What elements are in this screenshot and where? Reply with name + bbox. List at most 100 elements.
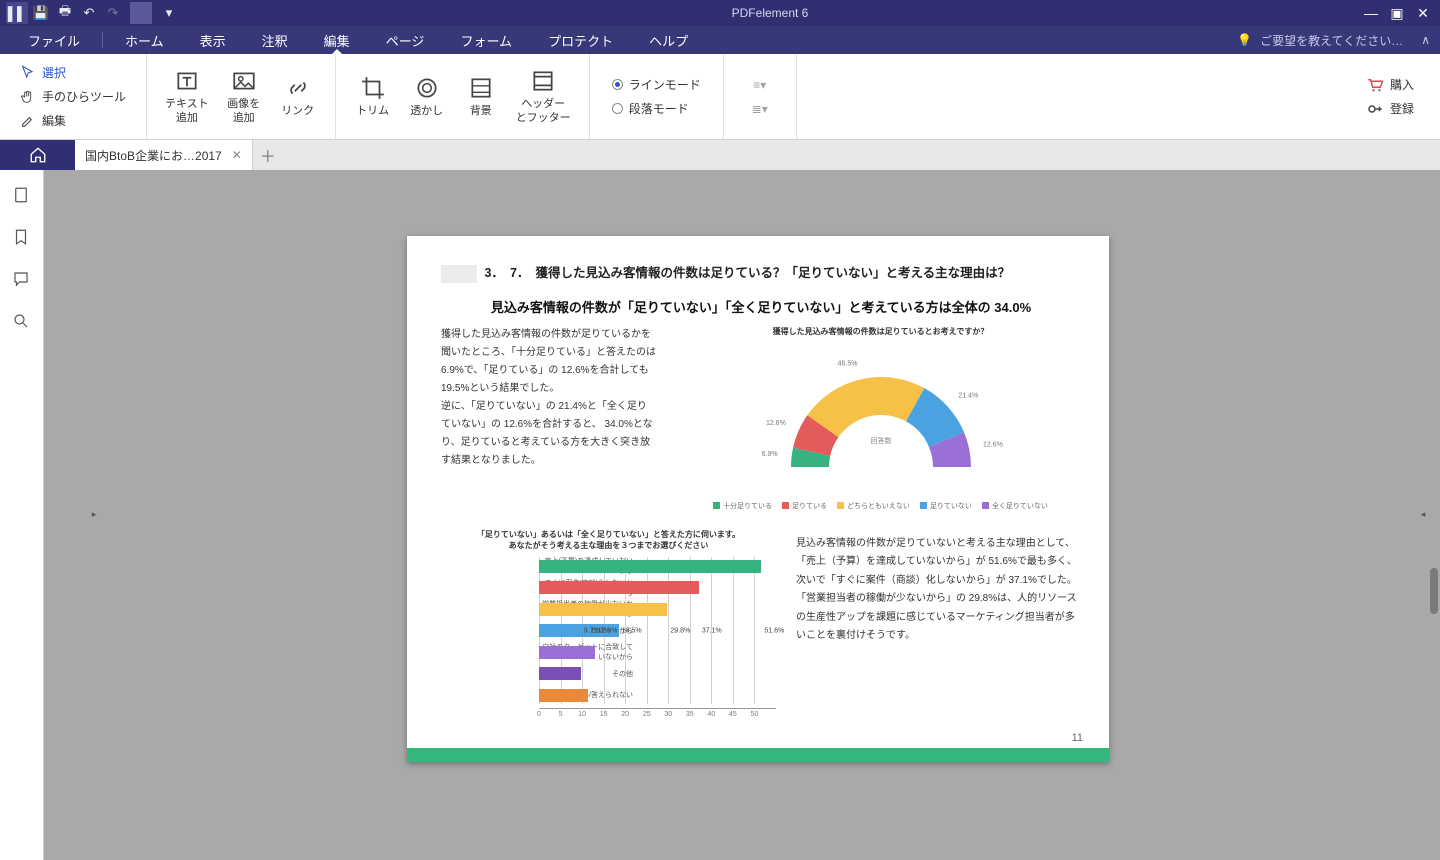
menubar: ファイルホーム表示注釈編集ページフォームプロテクトヘルプ 💡 ご要望を教えてくだ… xyxy=(0,26,1440,54)
legend-item: 足りていない xyxy=(920,501,972,511)
document-tab[interactable]: 国内BtoB企業にお…2017 ✕ xyxy=(75,140,253,170)
expand-left-icon[interactable]: ▸ xyxy=(89,504,99,524)
ribbon-spacer xyxy=(797,54,1340,139)
quick-access: ▌▌ 💾 🖶 ↶ ↷ ▾ xyxy=(0,2,180,24)
paragraph-mode-label: 段落モード xyxy=(629,100,689,117)
paragraph-mode-radio[interactable]: 段落モード xyxy=(606,97,707,121)
menu-注釈[interactable]: 注釈 xyxy=(244,26,306,54)
key-icon xyxy=(1366,100,1384,118)
print-icon[interactable]: 🖶 xyxy=(54,2,76,24)
new-tab-button[interactable]: ＋ xyxy=(253,140,283,170)
close-tab-icon[interactable]: ✕ xyxy=(232,148,242,162)
q-number-2: 7． xyxy=(510,262,532,281)
donut-value-label: 12.6% xyxy=(765,420,785,427)
menu-フォーム[interactable]: フォーム xyxy=(442,26,530,54)
tool-label: 編集 xyxy=(42,112,66,129)
ribbon-group-page: トリム 透かし 背景 ヘッダーとフッター xyxy=(336,54,590,139)
cart-icon xyxy=(1366,76,1384,94)
page-number: 11 xyxy=(1072,732,1083,744)
collapse-ribbon-icon[interactable]: ∧ xyxy=(1421,33,1430,47)
buy-button[interactable]: 購入 xyxy=(1360,73,1420,97)
bar-row: 売上(予算)を達成していないから51.6% xyxy=(539,557,776,575)
bookmark-icon[interactable] xyxy=(12,228,32,248)
tool-label: トリム xyxy=(356,105,389,118)
register-button[interactable]: 登録 xyxy=(1360,97,1420,121)
tool-label: 透かし xyxy=(410,105,443,118)
legend-swatch xyxy=(920,502,927,509)
crop-button[interactable]: トリム xyxy=(346,75,400,118)
document-viewer[interactable]: ▸ ◂ 3． 7． 獲得した見込み客情報の件数は足りている？「足りていない」と考… xyxy=(44,170,1440,860)
separator xyxy=(130,2,152,24)
bar-fill xyxy=(539,560,761,573)
radio-icon xyxy=(612,79,623,90)
save-icon[interactable]: 💾 xyxy=(30,2,52,24)
highlight-block xyxy=(441,265,477,283)
more-icon[interactable]: ▾ xyxy=(158,2,180,24)
align-bottom-icon[interactable]: ≣▾ xyxy=(746,95,774,123)
titlebar: ▌▌ 💾 🖶 ↶ ↷ ▾ PDFelement 6 ― ▣ ✕ xyxy=(0,0,1440,26)
hf-icon xyxy=(530,68,556,94)
menu-ページ[interactable]: ページ xyxy=(368,26,443,54)
bar-title: 「足りていない」あるいは「全く足りていない」と答えた方に伺います。あなたがそう考… xyxy=(441,529,776,551)
tip-text[interactable]: ご要望を教えてください… xyxy=(1260,32,1403,49)
legend-item: 十分足りている xyxy=(713,501,772,511)
legend-swatch xyxy=(837,502,844,509)
tool-label: リンク xyxy=(281,105,314,118)
ribbon-group-insert: テキスト追加画像を追加リンク xyxy=(147,54,336,139)
q-number-1: 3． xyxy=(484,262,506,281)
cursor-tool[interactable]: 選択 xyxy=(14,61,132,85)
minimize-icon[interactable]: ― xyxy=(1360,2,1382,24)
menu-表示[interactable]: 表示 xyxy=(182,26,244,54)
legend-item: 足りている xyxy=(782,501,827,511)
home-tab-button[interactable] xyxy=(0,140,75,170)
bar-chart-block: 「足りていない」あるいは「全く足りていない」と答えた方に伺います。あなたがそう考… xyxy=(441,529,776,724)
register-label: 登録 xyxy=(1390,100,1414,117)
menu-ヘルプ[interactable]: ヘルプ xyxy=(631,26,706,54)
image-button[interactable]: 画像を追加 xyxy=(217,68,271,124)
line-mode-radio[interactable]: ラインモード xyxy=(606,73,707,97)
body-right-text: 見込み客情報の件数が足りていないと考える主な理由として、「売上（予算）を達成して… xyxy=(796,529,1081,724)
bar-row: すぐに案件(商談)化しないから37.1% xyxy=(539,579,776,597)
edit-icon xyxy=(20,113,36,129)
link-icon xyxy=(285,75,311,101)
link-button[interactable]: リンク xyxy=(271,75,325,118)
expand-right-icon[interactable]: ◂ xyxy=(1418,504,1428,524)
undo-icon[interactable]: ↶ xyxy=(78,2,100,24)
hand-tool[interactable]: 手のひらツール xyxy=(14,85,132,109)
hf-button[interactable]: ヘッダーとフッター xyxy=(508,68,579,124)
pdf-page: 3． 7． 獲得した見込み客情報の件数は足りている？「足りていない」と考える主な… xyxy=(407,236,1109,762)
search-icon[interactable] xyxy=(12,312,32,332)
close-icon[interactable]: ✕ xyxy=(1412,2,1434,24)
ribbon-group-mode: ラインモード 段落モード xyxy=(590,54,724,139)
ribbon-group-align: ≡▾ ≣▾ xyxy=(724,54,797,139)
maximize-icon[interactable]: ▣ xyxy=(1386,2,1408,24)
line-mode-label: ラインモード xyxy=(629,76,701,93)
cursor-icon xyxy=(20,65,36,81)
watermark-button[interactable]: 透かし xyxy=(400,75,454,118)
menu-プロテクト[interactable]: プロテクト xyxy=(530,26,631,54)
donut-value-label: 21.4% xyxy=(958,392,978,399)
comment-icon[interactable] xyxy=(12,270,32,290)
menubar-right: 💡 ご要望を教えてください… ∧ xyxy=(1237,32,1430,49)
menu-ファイル[interactable]: ファイル xyxy=(10,26,98,54)
tool-label: 背景 xyxy=(470,105,492,118)
donut-value-label: 12.6% xyxy=(982,441,1002,448)
edit-tool[interactable]: 編集 xyxy=(14,109,132,133)
bar-fill xyxy=(539,667,581,680)
text-button[interactable]: テキスト追加 xyxy=(157,68,217,124)
bar-chart: 売上(予算)を達成していないから51.6% すぐに案件(商談)化しないから37.1… xyxy=(441,557,776,724)
menu-編集[interactable]: 編集 xyxy=(306,26,368,54)
scrollbar-thumb[interactable] xyxy=(1430,568,1438,614)
tool-label: 手のひらツール xyxy=(42,88,126,105)
bar-row: わからない/答えられない11.3% xyxy=(539,686,776,704)
tool-label: テキスト追加 xyxy=(165,98,209,124)
bg-button[interactable]: 背景 xyxy=(454,75,508,118)
bar-fill xyxy=(539,689,588,702)
bg-icon xyxy=(468,75,494,101)
sub-heading: 見込み客情報の件数が「足りていない」「全く足りていない」と考えている方は全体の … xyxy=(441,297,1081,316)
redo-icon[interactable]: ↷ xyxy=(102,2,124,24)
menu-ホーム[interactable]: ホーム xyxy=(107,26,182,54)
bar-fill xyxy=(539,646,595,659)
separator xyxy=(102,32,103,48)
thumbnails-icon[interactable] xyxy=(12,186,32,206)
